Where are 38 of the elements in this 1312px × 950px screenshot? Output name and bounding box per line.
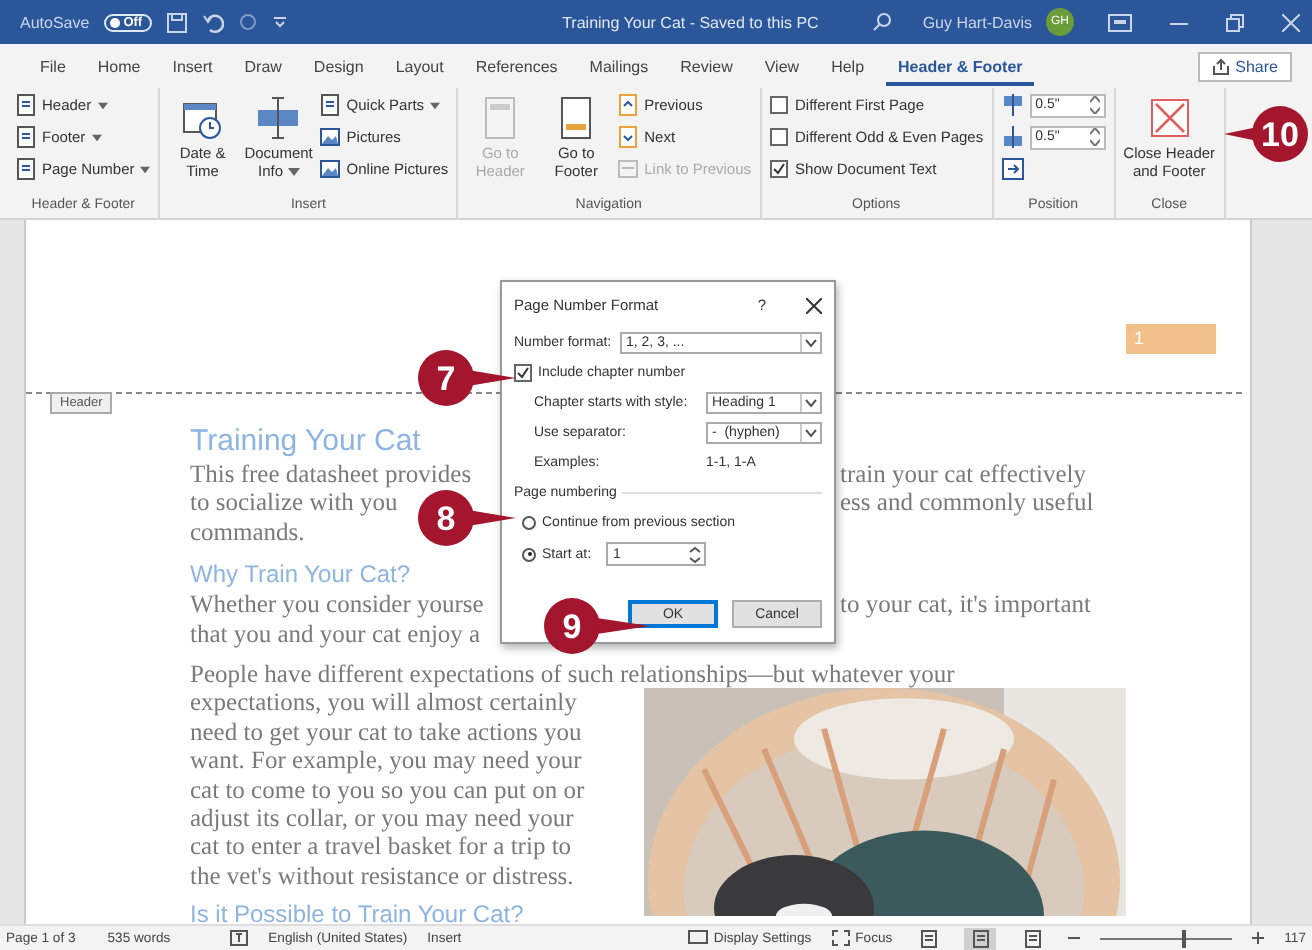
body-text: that you and your cat enjoy a [190,619,481,649]
body-text: need to get your cat to take actions you [190,717,584,747]
ribbon-tab[interactable]: Review [664,44,749,88]
body-text: the vet's without resistance or distress. [190,861,576,891]
ribbon-tab[interactable]: Home [81,44,157,88]
autosave-label: AutoSave [20,13,90,31]
document-title: Training Your Cat [190,424,421,460]
ribbon-tab[interactable]: View [748,44,816,88]
ribbon-tab[interactable]: Draw [228,44,298,88]
section-heading: Is it Possible to Train Your Cat? [190,898,526,931]
body-text: to your cat, it's important [840,590,1091,620]
ribbon-tab[interactable]: Insert [156,44,229,88]
ribbon-tab[interactable]: Help [815,44,881,88]
body-text: commands. [190,517,305,547]
ribbon-tab[interactable]: File [24,44,82,88]
body-text: Whether you consider yourse [190,590,484,620]
ribbon-tab[interactable]: Mailings [573,44,665,88]
body-text: want. For example, you may need your [190,746,584,776]
ribbon-tab[interactable]: Layout [379,44,460,88]
body-text: cat to enter a travel basket for a trip to [190,832,574,862]
share-button[interactable]: Share [1197,51,1292,81]
body-text: People have different expectations of such relationships—but whatever your [190,660,955,689]
step-callout: 7 [416,348,516,408]
body-text: This free datasheet provides [190,460,472,489]
step-callout: 9 [542,596,650,656]
ribbon-tab[interactable]: References [459,44,574,88]
section-heading: Why Train Your Cat? [190,558,411,591]
ribbon-tab[interactable]: Design [297,44,380,88]
step-callout: 10 [1224,104,1310,164]
window-title: Training Your Cat - Saved to this PC [562,13,819,31]
body-text: ess and commonly useful [840,488,1094,518]
body-text: expectations, you will almost certainly [190,688,579,718]
body-text: train your cat effectively [840,460,1086,489]
body-text: adjust its collar, or you may need your [190,804,576,833]
body-text: to socialize with you [190,488,398,518]
step-callout: 8 [416,488,516,548]
body-text: cat to come to you so you can put on or [190,775,587,805]
user-name: Guy Hart-Davis [922,13,1032,31]
